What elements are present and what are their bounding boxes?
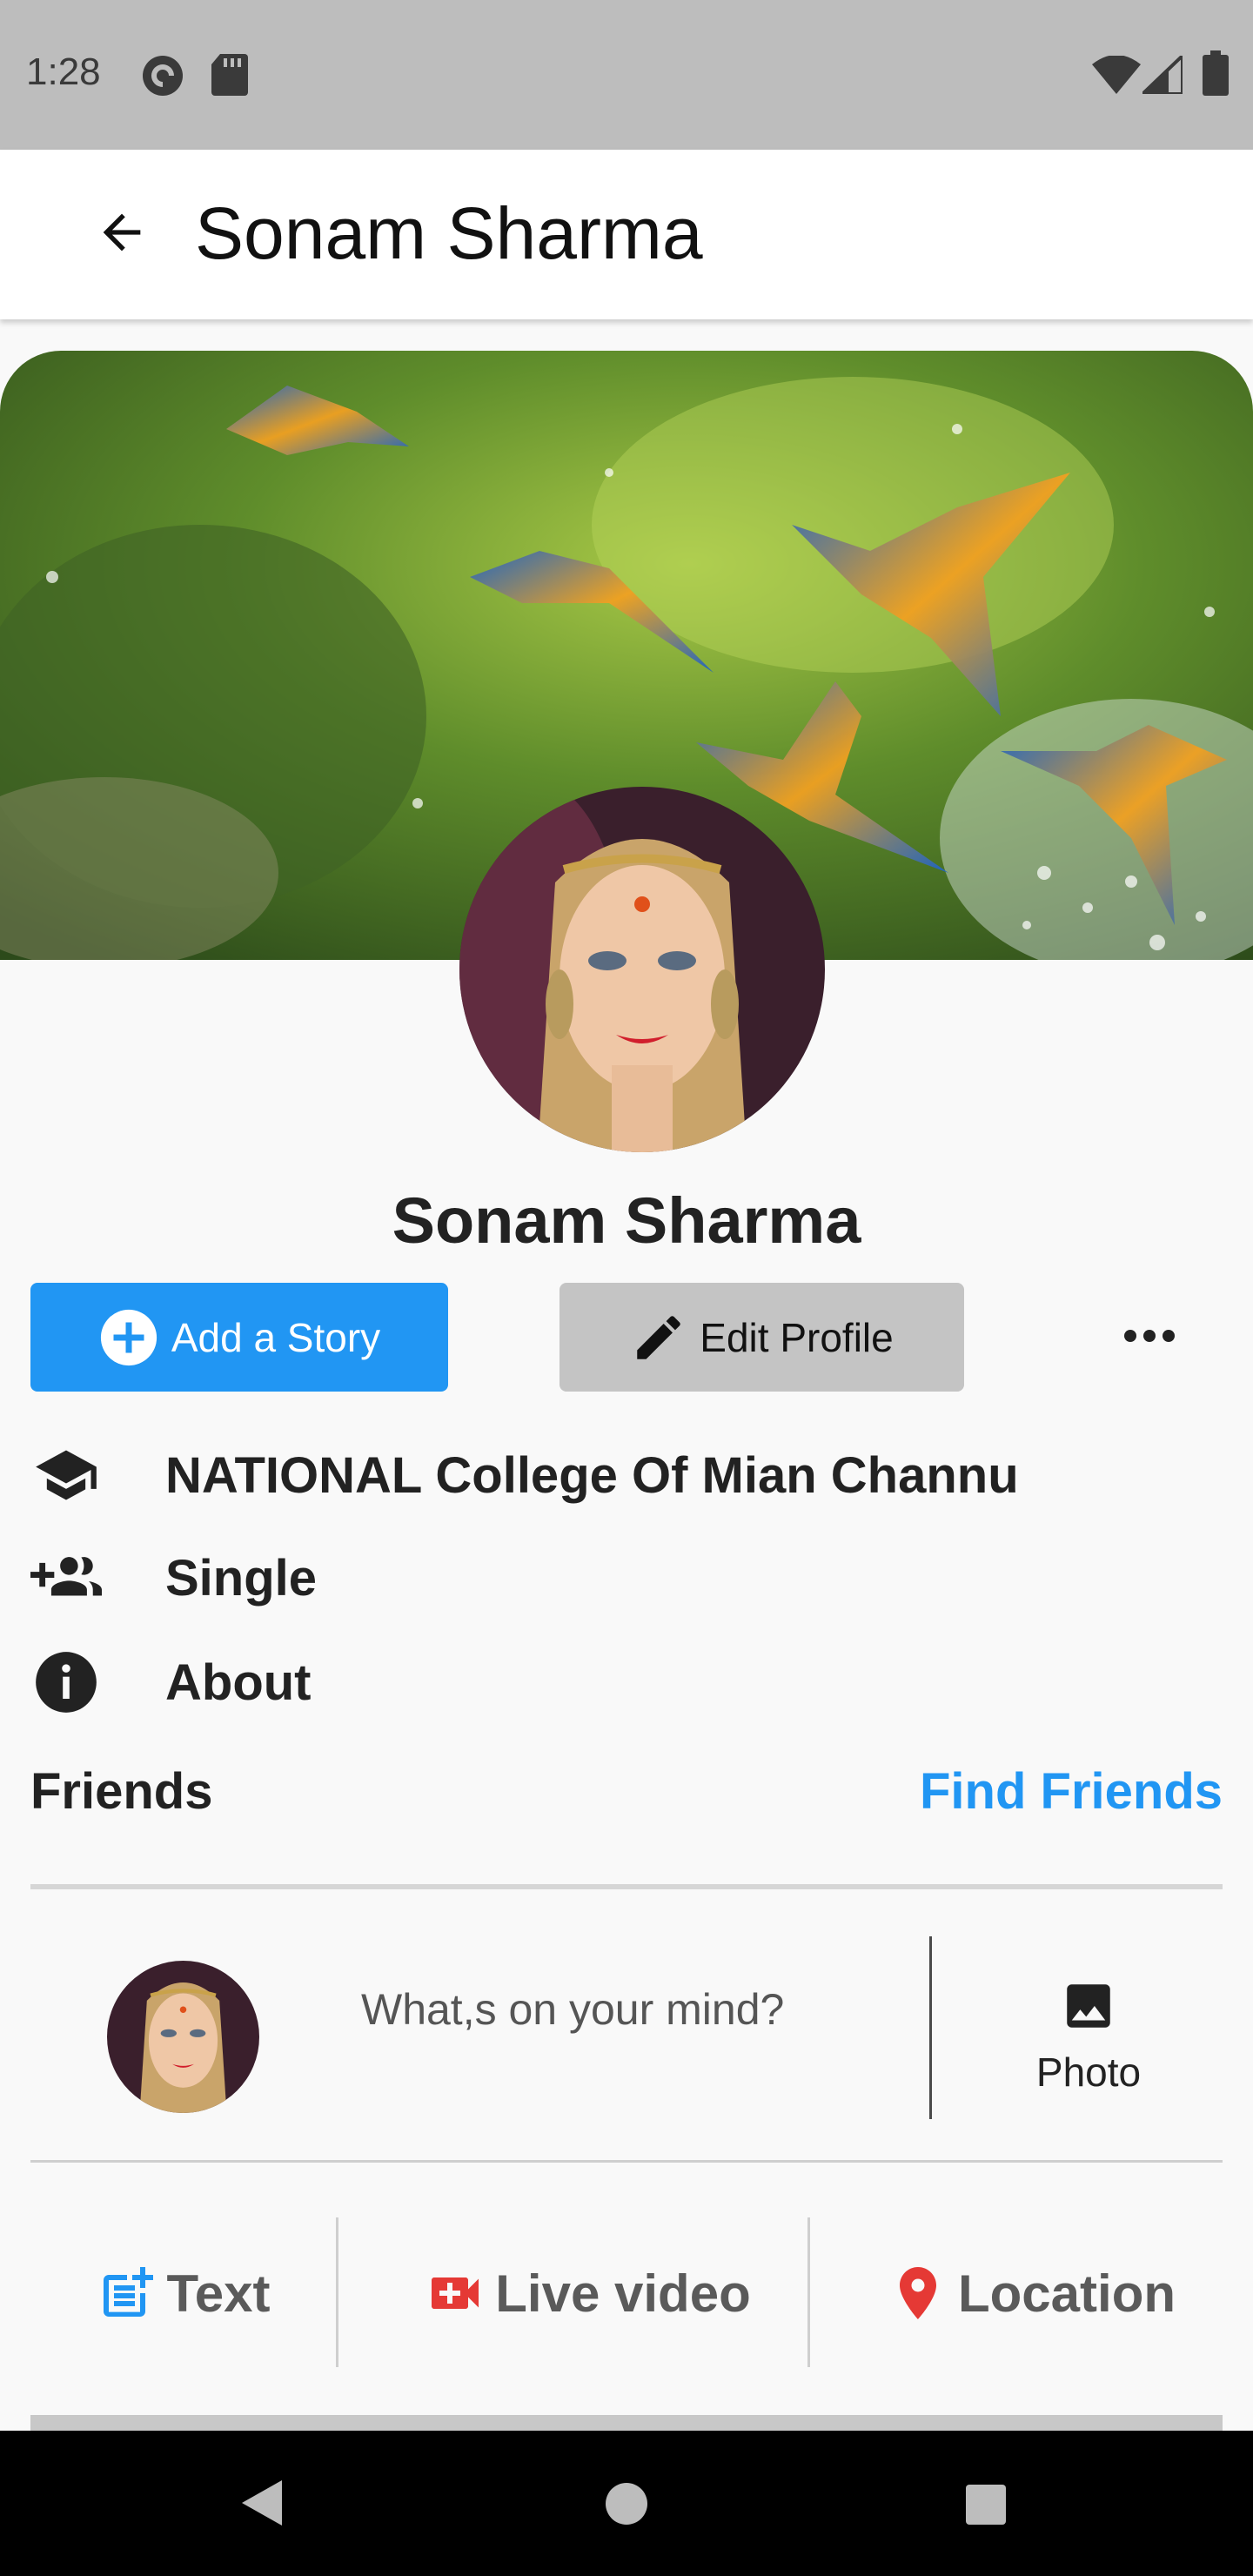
arrow-back-icon xyxy=(103,213,141,252)
action-divider xyxy=(807,2217,810,2367)
find-friends-link[interactable]: Find Friends xyxy=(920,1762,1223,1821)
add-story-label: Add a Story xyxy=(171,1314,381,1360)
info-icon xyxy=(30,1647,102,1718)
more-horizontal-icon xyxy=(1123,1330,1175,1342)
edit-profile-button[interactable]: Edit Profile xyxy=(559,1283,964,1392)
profile-avatar[interactable] xyxy=(459,787,825,1152)
composer-avatar xyxy=(107,1961,259,2113)
cell-signal-icon xyxy=(1138,51,1184,98)
back-triangle-icon[interactable] xyxy=(237,2477,285,2529)
page-title: Sonam Sharma xyxy=(195,192,703,274)
live-video-label: Live video xyxy=(495,2264,751,2323)
info-row-relationship: Single xyxy=(30,1539,1162,1617)
image-icon xyxy=(1067,1984,1110,2028)
video-call-icon xyxy=(432,2277,479,2309)
sd-card-icon xyxy=(211,54,248,100)
school-icon xyxy=(30,1439,102,1511)
info-row-education: NATIONAL College Of Mian Channu xyxy=(30,1436,1162,1514)
friends-label: Friends xyxy=(30,1763,213,1820)
back-button[interactable] xyxy=(87,198,157,267)
photo-label: Photo xyxy=(1035,2049,1142,2095)
edit-profile-label: Edit Profile xyxy=(700,1314,894,1360)
more-options-button[interactable] xyxy=(1103,1305,1195,1366)
system-nav-bar xyxy=(0,2431,1253,2576)
group-add-icon xyxy=(30,1542,102,1613)
live-video-button[interactable]: Live video xyxy=(365,2228,809,2358)
home-circle-icon[interactable] xyxy=(604,2481,649,2526)
wifi-icon xyxy=(1092,55,1141,98)
photo-button[interactable]: Photo xyxy=(988,1962,1189,2110)
relationship-text: Single xyxy=(165,1549,318,1607)
post-add-icon xyxy=(103,2267,153,2317)
pocket-casts-icon xyxy=(141,54,184,102)
profile-name: Sonam Sharma xyxy=(392,1184,861,1257)
add-circle-icon xyxy=(100,1309,157,1365)
divider xyxy=(30,2160,1223,2163)
location-button[interactable]: Location xyxy=(835,2228,1227,2358)
location-pin-icon xyxy=(900,2267,936,2319)
battery-icon xyxy=(1203,50,1229,100)
avatar-photo xyxy=(107,1961,259,2113)
add-story-button[interactable]: Add a Story xyxy=(30,1283,448,1392)
profile-photo xyxy=(459,787,825,1152)
composer-divider xyxy=(929,1936,932,2119)
status-bar: 1:28 xyxy=(0,0,1253,150)
text-label: Text xyxy=(166,2264,271,2323)
pencil-icon xyxy=(637,1315,681,1359)
action-divider xyxy=(336,2217,338,2367)
text-post-button[interactable]: Text xyxy=(52,2228,313,2358)
education-text: NATIONAL College Of Mian Channu xyxy=(165,1446,1019,1504)
info-row-about[interactable]: About xyxy=(30,1643,1162,1721)
section-divider xyxy=(30,2415,1223,2431)
divider xyxy=(30,1884,1223,1889)
about-text: About xyxy=(165,1654,312,1711)
location-label: Location xyxy=(958,2264,1176,2323)
composer-input[interactable]: What,s on your mind? xyxy=(361,1984,784,2035)
recents-square-icon[interactable] xyxy=(964,2483,1008,2526)
app-bar: Sonam Sharma xyxy=(0,150,1253,319)
status-time: 1:28 xyxy=(26,50,101,93)
